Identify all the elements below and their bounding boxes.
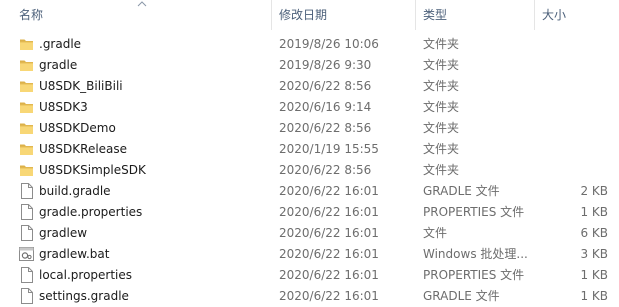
file-modified-date: 2020/6/22 16:01 [279,184,379,198]
file-size: 1 KB [580,268,608,282]
file-size [540,160,608,181]
file-modified-date: 2020/6/22 8:56 [279,121,372,135]
file-type: 文件夹 [423,163,460,177]
file-name: local.properties [39,268,133,282]
column-divider[interactable] [415,0,416,30]
file-modified-date: 2020/6/22 16:01 [279,247,379,261]
file-size [540,76,608,97]
file-size [540,118,608,139]
file-modified-date: 2020/6/22 16:01 [279,205,379,219]
file-size: 2 KB [580,184,608,198]
file-icon [19,204,34,220]
file-row[interactable]: U8SDK3 2020/6/16 9:14 文件夹 [0,97,619,118]
folder-icon [19,78,34,94]
file-row[interactable]: U8SDK_BiliBili 2020/6/22 8:56 文件夹 [0,76,619,97]
file-type: Windows 批处理... [423,247,528,261]
file-name: .gradle [39,37,82,51]
file-modified-date: 2019/8/26 10:06 [279,37,379,51]
column-header-size[interactable]: 大小 [542,0,566,30]
file-name: U8SDKSimpleSDK [39,163,146,177]
file-row[interactable]: local.properties 2020/6/22 16:01 PROPERTIE… [0,265,619,286]
column-header-type[interactable]: 类型 [423,0,447,30]
file-row[interactable]: .gradle 2019/8/26 10:06 文件夹 [0,34,619,55]
file-type: 文件夹 [423,79,460,93]
file-size: 1 KB [580,205,608,219]
folder-icon [19,57,34,73]
file-modified-date: 2020/6/22 16:01 [279,289,379,303]
file-modified-date: 2020/6/16 9:14 [279,100,372,114]
file-row[interactable]: U8SDKSimpleSDK 2020/6/22 8:56 文件夹 [0,160,619,181]
file-name: gradlew.bat [39,247,110,261]
sort-ascending-icon [137,1,147,7]
file-modified-date: 2019/8/26 9:30 [279,58,372,72]
file-modified-date: 2020/6/22 16:01 [279,268,379,282]
column-header-name[interactable]: 名称 [19,0,43,30]
file-size [540,139,608,160]
folder-icon [19,120,34,136]
file-row[interactable]: U8SDKDemo 2020/6/22 8:56 文件夹 [0,118,619,139]
batch-file-icon [19,246,34,262]
file-size [540,55,608,76]
file-name: gradle.properties [39,205,143,219]
file-icon [19,288,34,304]
folder-icon [19,141,34,157]
file-size [540,34,608,55]
folder-icon [19,99,34,115]
column-header-date[interactable]: 修改日期 [279,0,327,30]
file-row[interactable]: settings.gradle 2020/6/22 16:01 GRADLE 文件 1… [0,286,619,307]
file-type: PROPERTIES 文件 [423,205,525,219]
file-name: U8SDKDemo [39,121,116,135]
file-name: U8SDK_BiliBili [39,79,123,93]
file-row[interactable]: build.gradle 2020/6/22 16:01 GRADLE 文件 2 KB [0,181,619,202]
file-name: settings.gradle [39,289,129,303]
file-name: gradle [39,58,78,72]
file-row[interactable]: U8SDKRelease 2020/1/19 15:55 文件夹 [0,139,619,160]
file-modified-date: 2020/6/22 16:01 [279,226,379,240]
file-name: build.gradle [39,184,111,198]
file-row[interactable]: gradlew 2020/6/22 16:01 文件 6 KB [0,223,619,244]
file-row[interactable]: gradle 2019/8/26 9:30 文件夹 [0,55,619,76]
file-name: gradlew [39,226,88,240]
file-type: 文件夹 [423,100,460,114]
file-modified-date: 2020/1/19 15:55 [279,142,379,156]
file-size: 3 KB [580,247,608,261]
file-type: GRADLE 文件 [423,289,500,303]
folder-icon [19,36,34,52]
file-modified-date: 2020/6/22 8:56 [279,79,372,93]
file-type: GRADLE 文件 [423,184,500,198]
column-divider[interactable] [271,0,272,30]
file-size: 1 KB [580,289,608,303]
file-type: 文件夹 [423,142,460,156]
file-icon [19,267,34,283]
file-type: PROPERTIES 文件 [423,268,525,282]
file-row[interactable]: gradle.properties 2020/6/22 16:01 PROPERTI… [0,202,619,223]
file-type: 文件夹 [423,121,460,135]
file-type: 文件 [423,226,448,240]
file-name: U8SDKRelease [39,142,128,156]
file-row[interactable]: gradlew.bat 2020/6/22 16:01 Windows 批处理...… [0,244,619,265]
file-name: U8SDK3 [39,100,88,114]
file-type: 文件夹 [423,58,460,72]
file-modified-date: 2020/6/22 8:56 [279,163,372,177]
column-divider[interactable] [534,0,535,30]
file-icon [19,183,34,199]
file-icon [19,225,34,241]
folder-icon [19,162,34,178]
file-size: 6 KB [580,226,608,240]
file-type: 文件夹 [423,37,460,51]
column-header-bar: 名称 修改日期 类型 大小 [0,0,619,30]
file-size [540,97,608,118]
